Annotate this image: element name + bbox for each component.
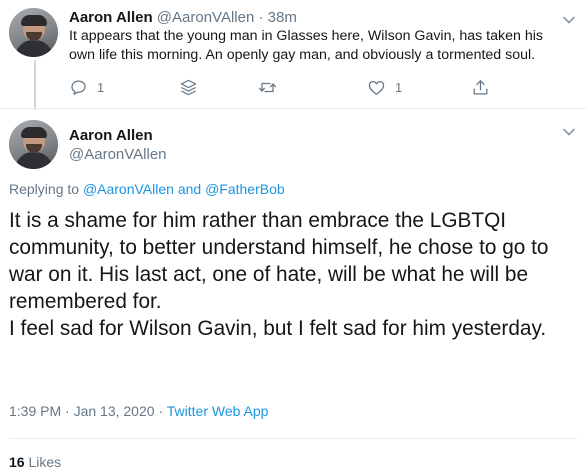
share-button[interactable] xyxy=(471,76,490,98)
chevron-down-icon[interactable] xyxy=(562,125,576,139)
avatar[interactable] xyxy=(9,120,58,169)
author-handle[interactable]: @AaronVAllen xyxy=(157,9,255,26)
retweet-button[interactable] xyxy=(258,76,277,98)
replying-to: Replying to @AaronVAllen and @FatherBob xyxy=(9,181,285,197)
stack-button[interactable] xyxy=(179,76,198,98)
replying-prefix: Replying to xyxy=(9,181,80,197)
like-button[interactable]: 1 xyxy=(367,76,402,98)
parent-tweet[interactable]: Aaron Allen @AaronVAllen · 38m It appear… xyxy=(0,0,586,110)
tweet-text: It appears that the young man in Glasses… xyxy=(69,28,543,63)
like-count: 1 xyxy=(395,79,403,95)
avatar[interactable] xyxy=(9,8,58,57)
tweet-paragraph: It is a shame for him rather than embrac… xyxy=(9,209,549,313)
author-name[interactable]: Aaron Allen xyxy=(69,127,153,144)
chevron-down-icon[interactable] xyxy=(562,13,576,27)
tweet-header: Aaron Allen @AaronVAllen · 38m xyxy=(69,9,297,26)
likes-count: 16 xyxy=(9,454,25,470)
divider xyxy=(9,438,577,439)
author-name[interactable]: Aaron Allen xyxy=(69,9,153,26)
tweet-meta: 1:39 PM · Jan 13, 2020 · Twitter Web App xyxy=(9,403,268,419)
heart-icon xyxy=(368,80,385,95)
likes-stat[interactable]: 16 Likes xyxy=(9,454,61,470)
share-icon xyxy=(473,79,488,94)
reply-count: 1 xyxy=(97,79,105,95)
author-handle[interactable]: @AaronVAllen xyxy=(69,146,167,163)
mention-aaronvallen[interactable]: @AaronVAllen xyxy=(83,181,174,197)
tweet-time[interactable]: 38m xyxy=(268,9,297,26)
mention-fatherbob[interactable]: @FatherBob xyxy=(205,181,285,197)
tweet-paragraph: I feel sad for Wilson Gavin, but I felt … xyxy=(9,317,547,340)
tweet-actions: 1 1 xyxy=(69,76,509,98)
replying-and[interactable]: and xyxy=(178,181,201,197)
tweet-timestamp[interactable]: 1:39 PM · Jan 13, 2020 xyxy=(9,403,155,419)
tweet-text: It is a shame for him rather than embrac… xyxy=(9,207,577,342)
stack-icon xyxy=(180,79,197,95)
separator: · xyxy=(258,9,264,26)
tweet-source[interactable]: Twitter Web App xyxy=(167,403,269,419)
likes-label: Likes xyxy=(28,454,62,470)
reply-button[interactable]: 1 xyxy=(69,76,104,98)
reply-icon xyxy=(71,80,86,95)
retweet-icon xyxy=(258,82,277,92)
thread-line xyxy=(34,60,36,110)
meta-separator: · xyxy=(154,403,167,419)
divider xyxy=(0,108,586,109)
